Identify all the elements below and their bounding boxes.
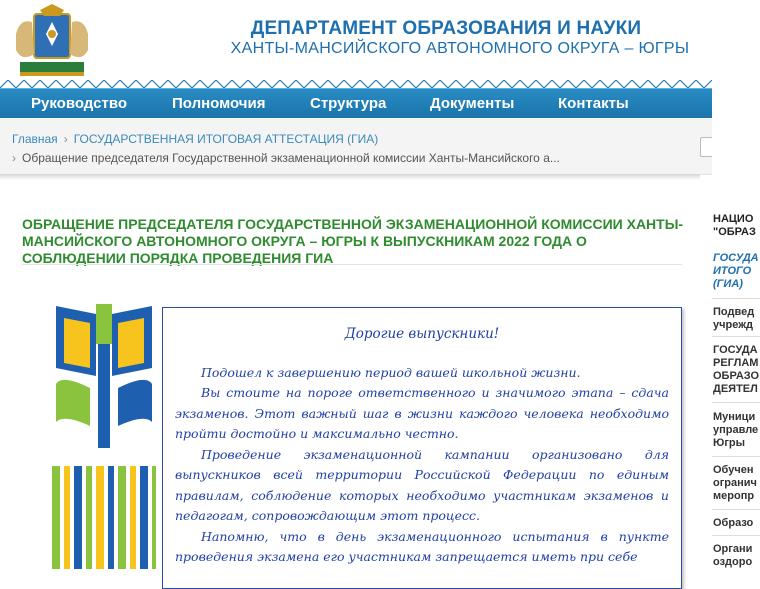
department-name-line1: ДЕПАРТАМЕНТ ОБРАЗОВАНИЯ И НАУКИ xyxy=(250,18,642,39)
education-logo-icon xyxy=(52,304,156,569)
sidebar-divider xyxy=(712,402,760,403)
nav-item-contacts[interactable]: Контакты xyxy=(558,95,629,112)
letter-salutation: Дорогие выпускники! xyxy=(344,326,500,342)
sidebar-divider xyxy=(712,298,760,299)
main-nav: Руководство Полномочия Структура Докумен… xyxy=(0,88,760,119)
breadcrumb-home-link[interactable]: Главная xyxy=(12,132,58,146)
letter-paragraph: Проведение экзаменационной кампании орга… xyxy=(175,446,669,524)
nav-item-documents[interactable]: Документы xyxy=(430,95,514,112)
coat-of-arms-icon[interactable] xyxy=(10,4,94,80)
breadcrumb-row-2: › Обращение председателя Государственной … xyxy=(12,151,560,165)
letter-text: Дорогие выпускники! Подошел к завершению… xyxy=(175,324,669,568)
sidebar-divider xyxy=(712,535,760,536)
sidebar-item-national-project[interactable]: НАЦИО "ОБРАЗ xyxy=(713,213,760,239)
site-header: ДЕПАРТАМЕНТ ОБРАЗОВАНИЯ И НАУКИ ХАНТЫ-МА… xyxy=(0,0,760,88)
title-divider xyxy=(22,264,682,265)
divider-shadow xyxy=(0,174,700,180)
breadcrumb: Главная › ГОСУДАРСТВЕННАЯ ИТОГОВАЯ АТТЕСТА… xyxy=(0,118,760,175)
breadcrumb-separator: › xyxy=(12,151,16,165)
breadcrumb-current: Обращение председателя Государственной э… xyxy=(22,151,560,165)
breadcrumb-separator: › xyxy=(63,132,68,146)
sidebar-item-gia[interactable]: ГОСУДА ИТОГО (ГИА) xyxy=(713,252,760,291)
letter-paragraph: Напомню, что в день экзаменационного исп… xyxy=(175,528,669,565)
letter-paragraph: Подошел к завершению период вашей школьн… xyxy=(201,364,581,380)
breadcrumb-row-1: Главная › ГОСУДАРСТВЕННАЯ ИТОГОВАЯ АТТЕСТА… xyxy=(12,132,378,146)
sidebar-menu: НАЦИО "ОБРАЗ ГОСУДА ИТОГО (ГИА) Подвед у… xyxy=(712,0,760,569)
sidebar-item-training[interactable]: Обучен огранич меропр xyxy=(713,464,760,503)
breadcrumb-section-link[interactable]: ГОСУДАРСТВЕННАЯ ИТОГОВАЯ АТТЕСТАЦИЯ (ГИА… xyxy=(74,132,379,146)
sidebar-item-education[interactable]: Образо xyxy=(713,517,760,530)
sidebar-item-regulation[interactable]: ГОСУДА РЕГЛАМ ОБРАЗО ДЕЯТЕЛ xyxy=(713,344,760,396)
sidebar-item-organization[interactable]: Органи оздоро xyxy=(713,543,760,569)
sidebar-divider xyxy=(712,509,760,510)
sidebar-item-subordinate[interactable]: Подвед учрежд xyxy=(713,306,760,332)
nav-item-authority[interactable]: Полномочия xyxy=(172,95,266,112)
nav-item-structure[interactable]: Структура xyxy=(310,95,386,112)
page-title: ОБРАЩЕНИЕ ПРЕДСЕДАТЕЛЯ ГОСУДАРСТВЕННОЙ Э… xyxy=(22,216,684,267)
sidebar-item-municipal[interactable]: Муници управле Югры xyxy=(713,411,760,450)
ornament-border xyxy=(0,80,760,88)
nav-item-leadership[interactable]: Руководство xyxy=(31,95,127,112)
sidebar-divider xyxy=(712,456,760,457)
letter-image: Дорогие выпускники! Подошел к завершению… xyxy=(162,307,682,589)
sidebar-divider xyxy=(712,336,760,337)
department-name-line2: ХАНТЫ-МАНСИЙСКОГО АВТОНОМНОГО ОКРУГА – Ю… xyxy=(230,40,690,57)
letter-paragraph: Вы стоите на пороге ответственного и зна… xyxy=(175,385,669,441)
